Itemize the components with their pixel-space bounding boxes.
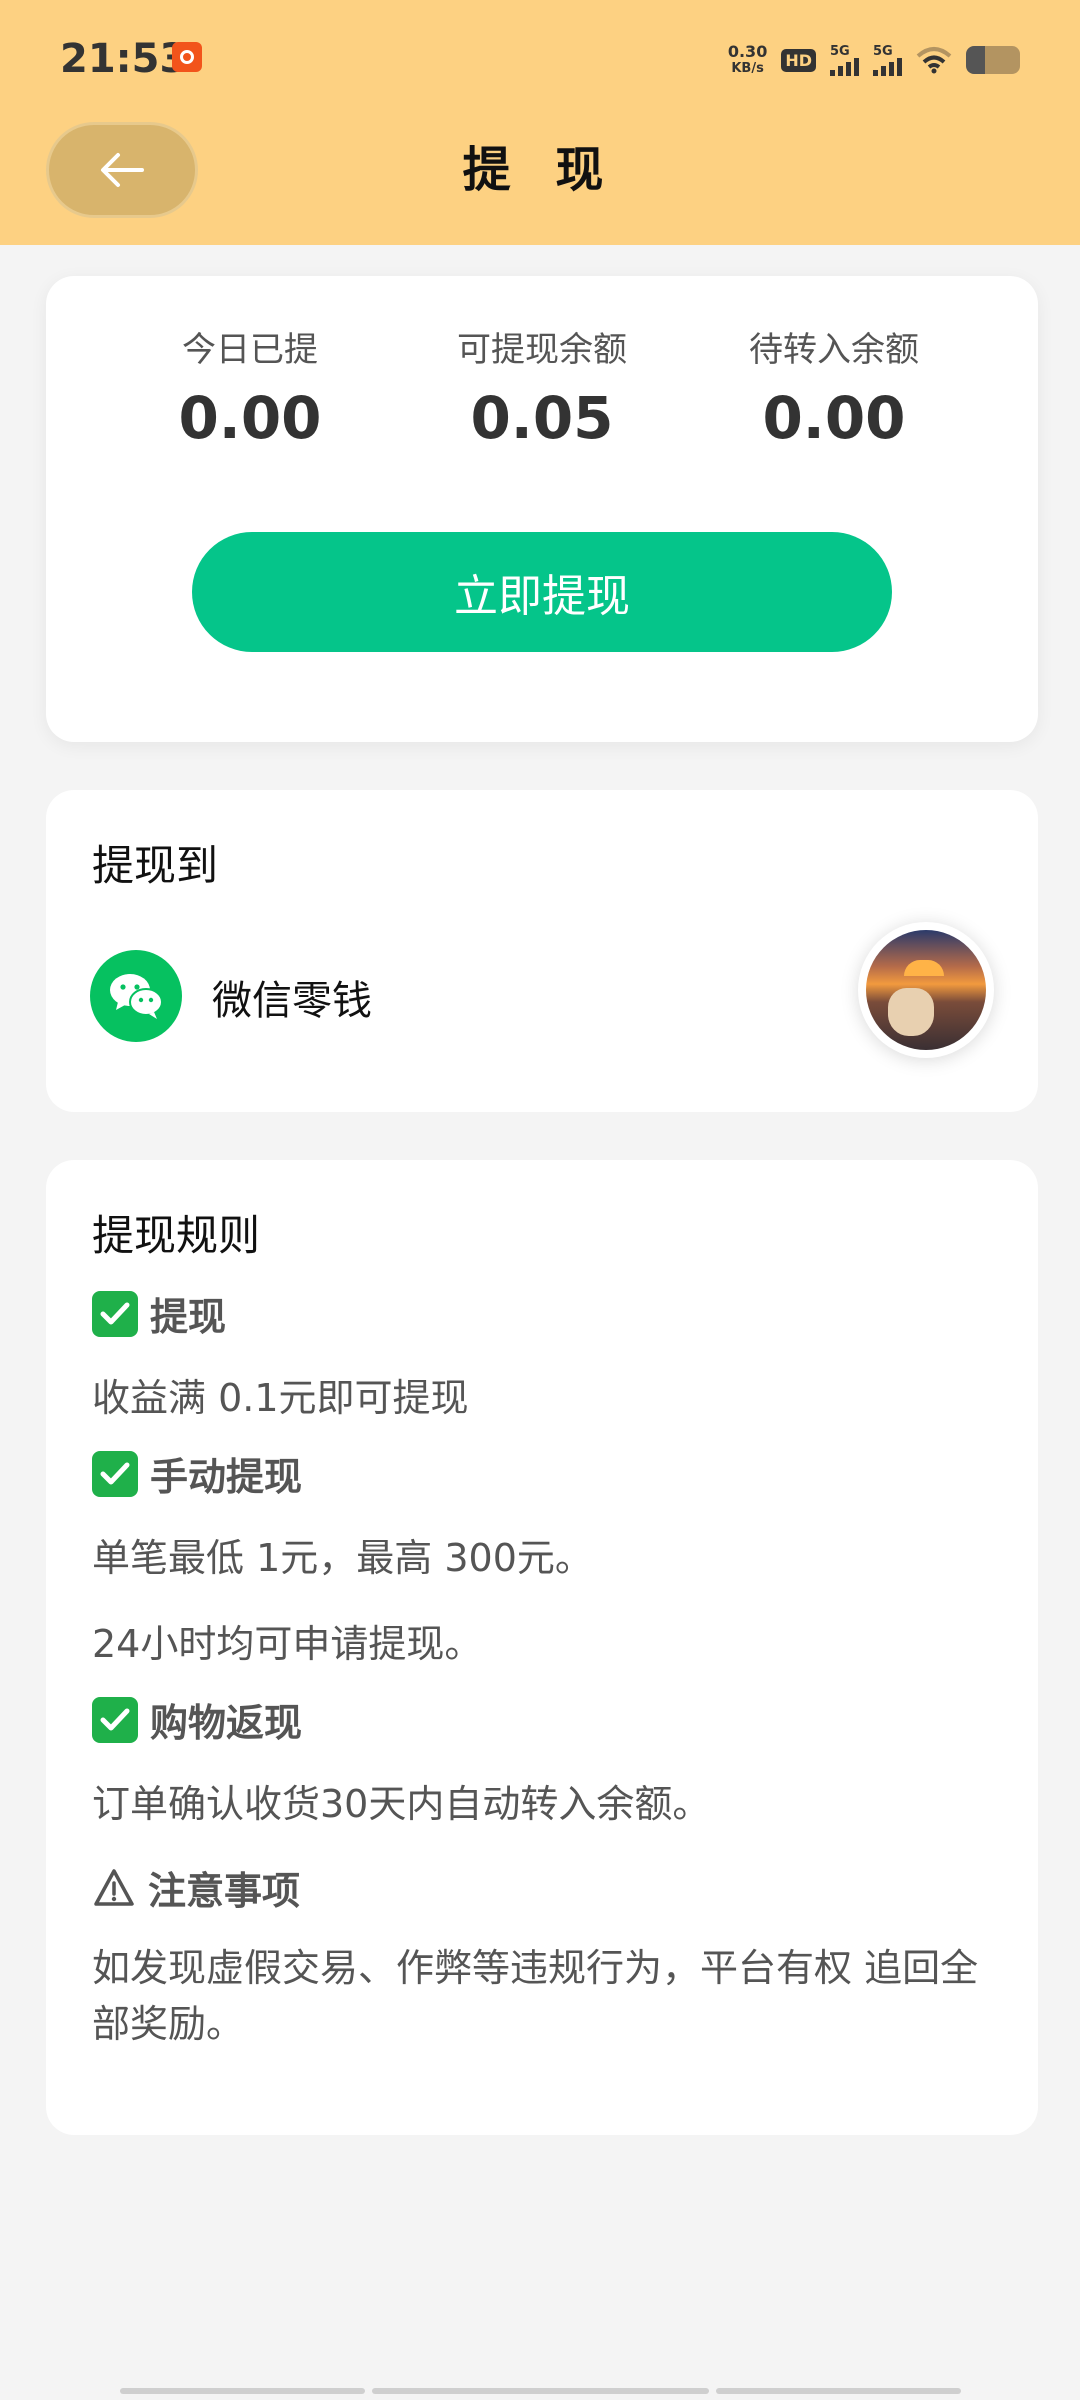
withdraw-rules-card: 提现规则 提现 收益满 0.1元即可提现 手动提现 单笔最低 1元，最高 300… (46, 1160, 1038, 2135)
stat-value: 0.00 (762, 384, 906, 452)
rule-head-text: 手动提现 (150, 1455, 303, 1499)
rule-head-text: 提现 (150, 1295, 227, 1339)
stat-today-withdrawn: 今日已提 0.00 (100, 328, 400, 458)
check-icon (92, 1450, 138, 1497)
sim2-network-label: 5G (873, 43, 893, 59)
header: 21:53 0.30 KB/s HD 5G 5G 提 现 (0, 0, 1080, 245)
check-icon (92, 1696, 138, 1743)
rule-text: 单笔最低 1元，最高 300元。 (92, 1536, 593, 1580)
rule-head: 注意事项 (92, 1860, 1012, 1915)
signal-sim1-icon: 5G (830, 45, 859, 76)
wifi-icon (916, 47, 952, 74)
avatar-image (866, 930, 986, 1050)
rule-text: 24小时均可申请提现。 (92, 1622, 483, 1666)
stat-pending-balance: 待转入余额 0.00 (684, 328, 984, 458)
rule-head: 手动提现 (92, 1446, 1012, 1501)
withdraw-target-title: 提现到 (92, 841, 219, 890)
withdraw-target-card: 提现到 微信零钱 (46, 790, 1038, 1112)
stat-available-balance: 可提现余额 0.05 (392, 328, 692, 458)
withdraw-now-button[interactable]: 立即提现 (192, 532, 892, 652)
rule-text: 收益满 0.1元即可提现 (92, 1376, 469, 1420)
balance-card: 今日已提 0.00 可提现余额 0.05 待转入余额 0.00 立即提现 (46, 276, 1038, 742)
rule-text: 订单确认收货30天内自动转入余额。 (92, 1782, 711, 1826)
status-time: 21:53 (60, 36, 188, 82)
stat-label: 今日已提 (182, 330, 318, 370)
network-speed-value: 0.30 (727, 42, 768, 61)
stat-value: 0.00 (178, 384, 322, 452)
rule-shopping-cashback: 购物返现 (92, 1692, 1012, 1747)
wechat-wallet-label[interactable]: 微信零钱 (212, 968, 372, 1026)
signal-sim2-icon: 5G (873, 45, 902, 76)
rule-manual-withdraw: 手动提现 (92, 1446, 1012, 1501)
network-speed-unit: KB/s (731, 61, 764, 76)
check-icon (92, 1290, 138, 1337)
hd-voice-icon: HD (781, 48, 816, 72)
rule-head: 购物返现 (92, 1692, 1012, 1747)
balance-stats: 今日已提 0.00 可提现余额 0.05 待转入余额 0.00 (46, 328, 1038, 478)
battery-icon (966, 46, 1020, 74)
network-speed: 0.30 KB/s (728, 43, 767, 77)
status-bar: 21:53 0.30 KB/s HD 5G 5G (0, 0, 1080, 120)
status-icons: 0.30 KB/s HD 5G 5G (728, 40, 1020, 80)
rule-withdraw: 提现 (92, 1286, 1012, 1341)
app-notification-icon (172, 42, 202, 72)
page-title: 提 现 (462, 142, 618, 198)
rules-title: 提现规则 (92, 1211, 261, 1260)
rule-head: 提现 (92, 1286, 1012, 1341)
wechat-icon (90, 950, 182, 1042)
stat-label: 待转入余额 (749, 330, 919, 370)
nav-bar-segment (716, 2388, 961, 2394)
sim1-network-label: 5G (830, 43, 850, 59)
nav-bar-segment (120, 2388, 365, 2394)
rule-head-text: 购物返现 (150, 1701, 303, 1745)
avatar[interactable] (858, 922, 994, 1058)
stat-value: 0.05 (470, 384, 614, 452)
rule-text: 如发现虚假交易、作弊等违规行为，平台有权 追回全部奖励。 (92, 1946, 979, 2046)
warning-icon (94, 1868, 134, 1906)
nav-bar-segment (372, 2388, 709, 2394)
rule-notice: 注意事项 (92, 1860, 1012, 1915)
stat-label: 可提现余额 (457, 330, 627, 370)
rule-head-text: 注意事项 (148, 1869, 301, 1913)
